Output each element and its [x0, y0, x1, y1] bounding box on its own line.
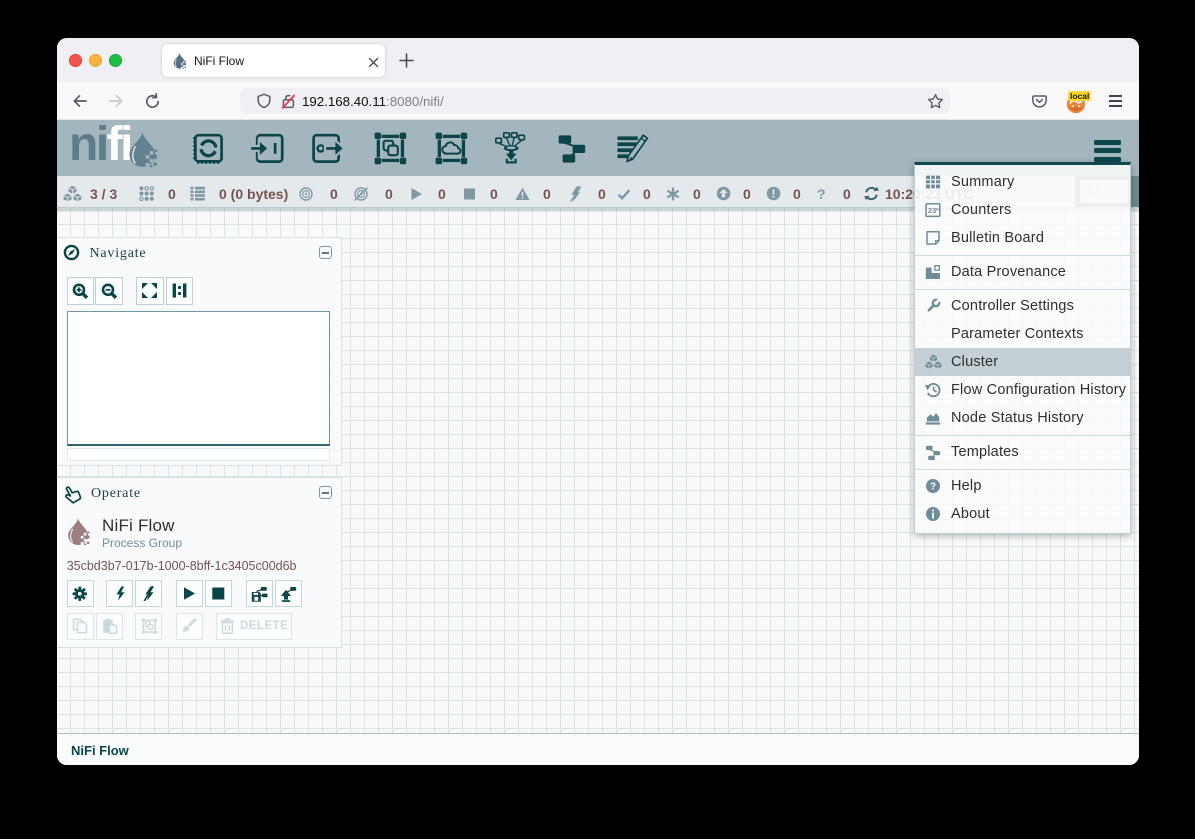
svg-text:?: ?: [930, 482, 936, 493]
svg-text:23: 23: [928, 206, 936, 215]
